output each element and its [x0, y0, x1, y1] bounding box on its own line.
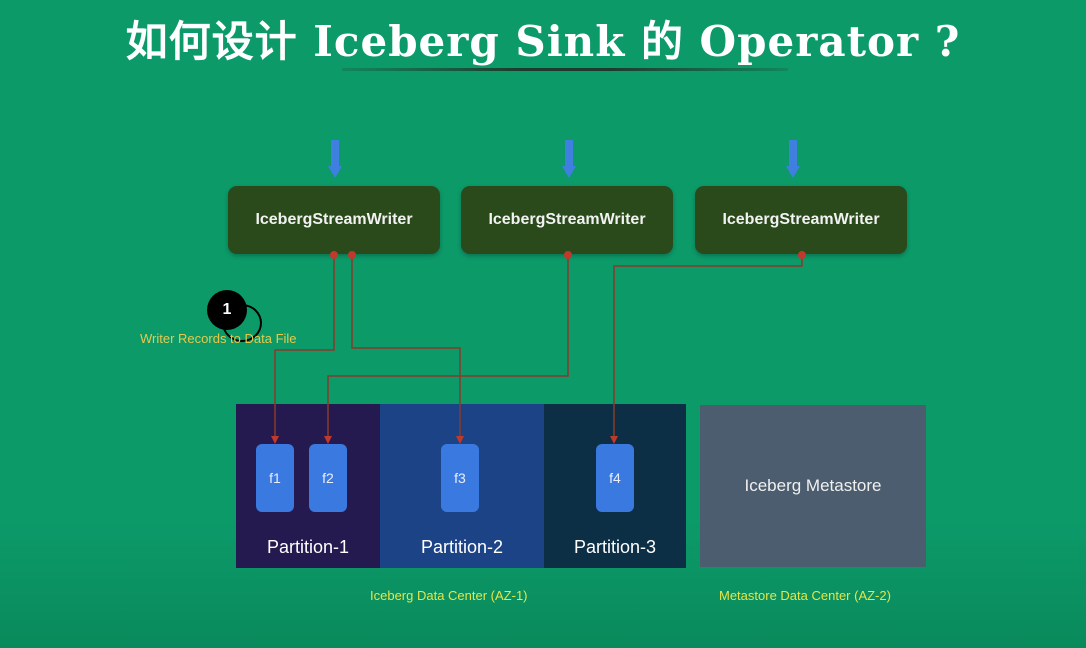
- wire-origin-dot: [330, 251, 338, 259]
- metastore-center-caption: Metastore Data Center (AZ-2): [719, 588, 891, 603]
- step-badge: 1: [207, 290, 247, 330]
- wire-origin-dot: [348, 251, 356, 259]
- step-note: Writer Records to Data File: [140, 331, 297, 346]
- wire-writer1-to-f1: [274, 255, 335, 440]
- data-center-caption: Iceberg Data Center (AZ-1): [370, 588, 528, 603]
- wire-writer1-to-f3: [351, 255, 461, 440]
- arrowhead-icon: [610, 436, 618, 444]
- wire-origin-dot: [798, 251, 806, 259]
- wire-origin-dot: [564, 251, 572, 259]
- arrowhead-icon: [324, 436, 332, 444]
- connector-wires: [271, 251, 806, 444]
- wire-writer3-to-f4: [613, 255, 803, 440]
- arrowhead-icon: [456, 436, 464, 444]
- arrowhead-icon: [271, 436, 279, 444]
